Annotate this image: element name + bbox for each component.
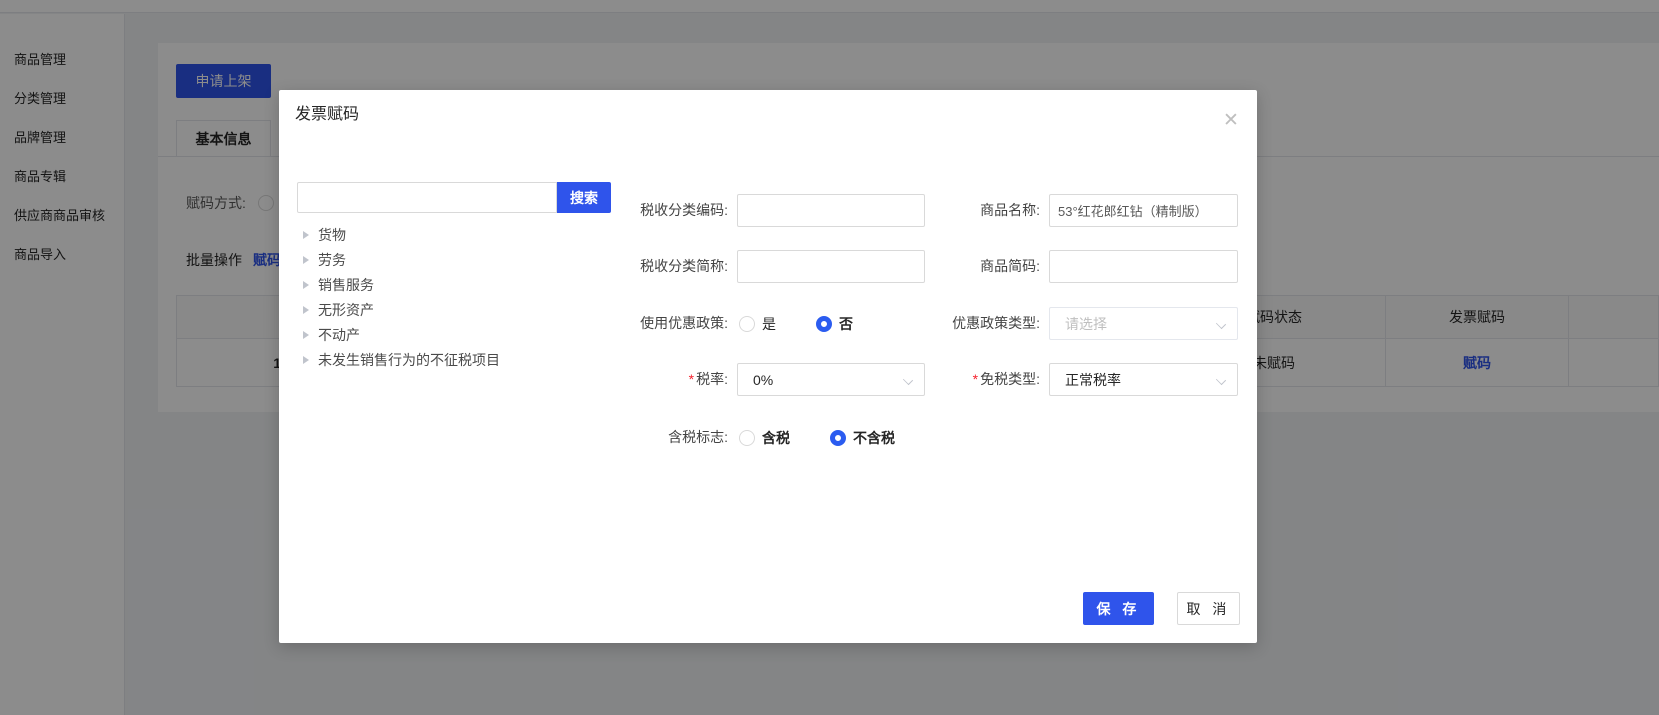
required-mark: * <box>973 371 978 387</box>
tree-node-labor[interactable]: 劳务 <box>303 250 500 270</box>
tree-node-non-taxable-items[interactable]: 未发生销售行为的不征税项目 <box>303 350 500 370</box>
tax-short-name-input[interactable] <box>737 250 925 283</box>
save-button[interactable]: 保 存 <box>1083 592 1154 625</box>
tree-node-goods[interactable]: 货物 <box>303 225 500 245</box>
tree-node-real-estate[interactable]: 不动产 <box>303 325 500 345</box>
tax-included-flag-label: 含税标志: <box>599 421 728 454</box>
tax-included-label: 含税 <box>762 428 790 448</box>
tax-included-option[interactable]: 含税 <box>739 428 790 448</box>
tax-rate-label-text: 税率: <box>696 371 728 387</box>
use-preferential-policy-label: 使用优惠政策: <box>599 307 728 340</box>
chevron-down-icon <box>903 375 913 385</box>
dialog-title: 发票赋码 <box>295 103 359 127</box>
tax-excluded-label: 不含税 <box>853 428 895 448</box>
tax-code-label: 税收分类编码: <box>599 194 728 227</box>
caret-right-icon[interactable] <box>303 306 309 314</box>
caret-right-icon[interactable] <box>303 256 309 264</box>
tax-category-search-input[interactable] <box>297 182 557 213</box>
policy-no-label: 否 <box>839 314 853 334</box>
radio-checked-icon[interactable] <box>830 430 846 446</box>
tax-free-type-label: *免税类型: <box>919 363 1040 396</box>
policy-no-option[interactable]: 否 <box>816 314 853 334</box>
tax-code-input[interactable] <box>737 194 925 227</box>
policy-type-placeholder: 请选择 <box>1065 314 1107 334</box>
tax-rate-select[interactable]: 0% <box>737 363 925 396</box>
cancel-button[interactable]: 取 消 <box>1177 592 1240 625</box>
tax-rate-label: *税率: <box>599 363 728 396</box>
chevron-down-icon <box>1216 319 1226 329</box>
policy-yes-option[interactable]: 是 <box>739 314 776 334</box>
tax-included-radio-group: 含税 不含税 <box>739 421 895 454</box>
product-name-input[interactable] <box>1049 194 1238 227</box>
tree-node-intangible-assets[interactable]: 无形资产 <box>303 300 500 320</box>
invoice-coding-dialog: 发票赋码 ✕ 搜索 货物 劳务 销售服务 无形资产 不动产 <box>279 90 1257 643</box>
tax-excluded-option[interactable]: 不含税 <box>830 428 895 448</box>
page-root: 商品管理 分类管理 品牌管理 商品专辑 供应商商品审核 商品导入 申请上架 基本… <box>0 0 1659 715</box>
tree-node-label: 劳务 <box>318 250 346 270</box>
policy-type-select[interactable]: 请选择 <box>1049 307 1238 340</box>
caret-right-icon[interactable] <box>303 281 309 289</box>
radio-checked-icon[interactable] <box>816 316 832 332</box>
tax-free-type-value: 正常税率 <box>1065 370 1121 390</box>
tree-node-label: 货物 <box>318 225 346 245</box>
product-short-code-label: 商品简码: <box>919 250 1040 283</box>
caret-right-icon[interactable] <box>303 231 309 239</box>
preferential-policy-radio-group: 是 否 <box>739 307 853 340</box>
radio-unchecked-icon[interactable] <box>739 316 755 332</box>
tree-node-sales-service[interactable]: 销售服务 <box>303 275 500 295</box>
chevron-down-icon <box>1216 375 1226 385</box>
tree-node-label: 未发生销售行为的不征税项目 <box>318 350 500 370</box>
tax-short-name-label: 税收分类简称: <box>599 250 728 283</box>
tax-free-type-select[interactable]: 正常税率 <box>1049 363 1238 396</box>
caret-right-icon[interactable] <box>303 356 309 364</box>
policy-yes-label: 是 <box>762 314 776 334</box>
tree-node-label: 不动产 <box>318 325 360 345</box>
close-icon[interactable]: ✕ <box>1217 106 1245 134</box>
tree-node-label: 无形资产 <box>318 300 374 320</box>
required-mark: * <box>689 371 694 387</box>
tax-free-type-label-text: 免税类型: <box>980 371 1040 387</box>
tree-node-label: 销售服务 <box>318 275 374 295</box>
policy-type-label: 优惠政策类型: <box>919 307 1040 340</box>
tax-category-tree: 货物 劳务 销售服务 无形资产 不动产 未发生销售行为的不征税项目 <box>303 225 500 375</box>
product-name-label: 商品名称: <box>919 194 1040 227</box>
caret-right-icon[interactable] <box>303 331 309 339</box>
radio-unchecked-icon[interactable] <box>739 430 755 446</box>
tax-rate-value: 0% <box>753 372 773 388</box>
product-short-code-input[interactable] <box>1049 250 1238 283</box>
